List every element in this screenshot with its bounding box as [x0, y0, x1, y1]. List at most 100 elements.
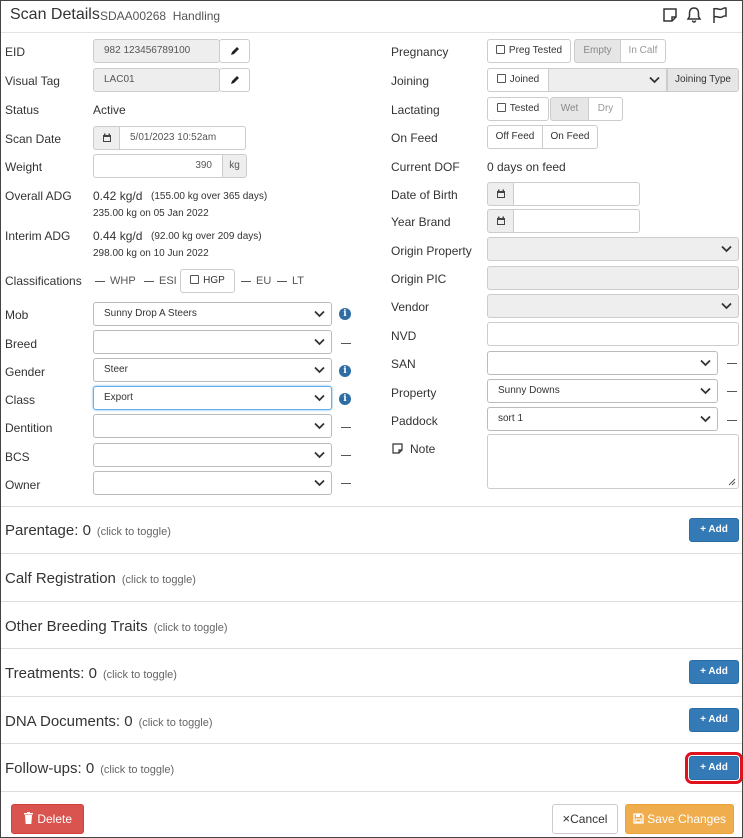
calendar-icon	[496, 216, 505, 225]
lactating-tested-checkbox[interactable]	[496, 103, 506, 112]
preg-tested-toggle[interactable]: Preg Tested	[487, 39, 571, 63]
delete-button[interactable]: Delete	[11, 804, 84, 834]
chevron-down-icon	[314, 338, 325, 346]
follow-ups-title: Follow-ups:	[5, 760, 82, 777]
flag-icon[interactable]	[711, 6, 729, 24]
off-feed-option[interactable]: Off Feed	[487, 125, 543, 149]
class-lt[interactable]: LT	[292, 275, 304, 287]
follow-ups-add-button[interactable]: + Add	[685, 752, 743, 784]
bcs-select[interactable]	[93, 443, 332, 467]
preg-empty-option[interactable]: Empty	[574, 39, 621, 63]
joining-type-button[interactable]: Joining Type	[667, 68, 739, 92]
vendor-select[interactable]	[487, 294, 739, 318]
note-icon[interactable]	[661, 6, 679, 24]
hgp-checkbox[interactable]	[190, 275, 200, 284]
paddock-label: Paddock	[391, 414, 438, 428]
year-brand-calendar[interactable]	[487, 209, 514, 233]
bcs-label: BCS	[5, 450, 30, 464]
paddock-select[interactable]: sort 1	[487, 407, 718, 431]
chevron-down-icon	[314, 394, 325, 402]
san-label: SAN	[391, 357, 416, 371]
lactating-dry-option[interactable]: Dry	[588, 97, 623, 121]
origin-pic-input[interactable]	[487, 266, 739, 290]
edit-eid-button[interactable]	[219, 39, 250, 63]
footer-divider	[1, 791, 742, 792]
edit-visual-tag-button[interactable]	[219, 68, 250, 92]
weight-input[interactable]: 390	[93, 154, 223, 178]
joined-toggle[interactable]: Joined	[487, 68, 549, 92]
preg-tested-checkbox[interactable]	[495, 45, 505, 54]
trash-icon	[23, 812, 33, 824]
breed-dash	[341, 343, 351, 344]
dob-calendar[interactable]	[487, 182, 514, 206]
class-info-icon[interactable]: i	[339, 393, 351, 405]
scan-date-calendar[interactable]	[93, 126, 120, 150]
follow-ups-count: 0	[85, 760, 95, 777]
other-breeding-traits-toggle[interactable]: Other Breeding Traits (click to toggle)	[5, 618, 228, 635]
cancel-button[interactable]: ×Cancel	[552, 804, 618, 834]
lactating-label: Lactating	[391, 103, 440, 117]
owner-dash	[341, 483, 351, 484]
class-eu[interactable]: EU	[256, 275, 271, 287]
mob-info-icon[interactable]: i	[339, 308, 351, 320]
chevron-down-icon	[649, 76, 660, 84]
gender-select[interactable]: Steer	[93, 358, 332, 382]
parentage-add-button[interactable]: + Add	[689, 518, 739, 542]
calendar-icon	[496, 189, 505, 198]
class-hgp-toggle[interactable]: HGP	[180, 269, 235, 293]
date-of-birth-input[interactable]	[513, 182, 640, 206]
parentage-count: 0	[82, 522, 91, 539]
chevron-down-icon	[700, 359, 711, 367]
property-select[interactable]: Sunny Downs	[487, 379, 718, 403]
parentage-add-label: Add	[708, 524, 728, 535]
chevron-down-icon	[721, 245, 732, 253]
san-select[interactable]	[487, 351, 718, 375]
calf-registration-toggle[interactable]: Calf Registration (click to toggle)	[5, 570, 196, 587]
mob-select[interactable]: Sunny Drop A Steers	[93, 302, 332, 326]
treatments-toggle[interactable]: Treatments: 0 (click to toggle)	[5, 665, 177, 682]
class-select[interactable]: Export	[93, 386, 332, 410]
overall-adg-label: Overall ADG	[5, 189, 72, 203]
status-label: Status	[5, 103, 40, 117]
resize-handle-icon[interactable]	[728, 478, 736, 486]
section-divider	[1, 696, 742, 697]
dna-documents-toggle[interactable]: DNA Documents: 0 (click to toggle)	[5, 713, 213, 730]
bell-icon[interactable]	[685, 6, 703, 24]
follow-ups-toggle[interactable]: Follow-ups: 0 (click to toggle)	[5, 760, 174, 777]
calendar-icon	[102, 133, 111, 142]
overall-adg-value: 0.42 kg/d	[93, 189, 143, 203]
treatments-add-button[interactable]: + Add	[689, 660, 739, 684]
san-dash	[727, 363, 737, 364]
dentition-dash	[341, 427, 351, 428]
dna-documents-add-button[interactable]: + Add	[689, 708, 739, 732]
cancel-label: Cancel	[570, 812, 608, 826]
parentage-toggle[interactable]: Parentage: 0 (click to toggle)	[5, 522, 171, 539]
joining-type-select[interactable]	[548, 68, 667, 92]
dentition-select[interactable]	[93, 414, 332, 438]
gender-info-icon[interactable]: i	[339, 365, 351, 377]
lactating-tested-toggle[interactable]: Tested	[487, 97, 549, 121]
class-whp[interactable]: WHP	[110, 275, 136, 287]
note-textarea[interactable]	[487, 434, 739, 489]
eid-field[interactable]: 982 123456789100	[93, 39, 220, 63]
scan-id: SDAA00268	[100, 9, 167, 23]
preg-in-calf-option[interactable]: In Calf	[620, 39, 666, 63]
class-esi[interactable]: ESI	[159, 275, 177, 287]
nvd-input[interactable]	[487, 322, 739, 346]
save-changes-button[interactable]: Save Changes	[625, 804, 734, 834]
dna-documents-add-label: Add	[708, 714, 728, 725]
interim-adg-sub: 298.00 kg on 10 Jun 2022	[93, 248, 209, 259]
close-icon: ×	[562, 811, 571, 826]
page-subtitle: SDAA00268 Handling	[100, 9, 220, 23]
other-breeding-traits-title: Other Breeding Traits	[5, 618, 148, 635]
lactating-wet-option[interactable]: Wet	[550, 97, 589, 121]
scan-date-input[interactable]: 5/01/2023 10:52am	[119, 126, 246, 150]
joined-checkbox[interactable]	[496, 74, 506, 83]
visual-tag-field[interactable]: LAC01	[93, 68, 220, 92]
owner-select[interactable]	[93, 471, 332, 495]
origin-property-select[interactable]	[487, 237, 739, 261]
on-feed-option[interactable]: On Feed	[542, 125, 598, 149]
year-brand-input[interactable]	[513, 209, 640, 233]
pencil-icon	[230, 47, 239, 55]
breed-select[interactable]	[93, 330, 332, 354]
